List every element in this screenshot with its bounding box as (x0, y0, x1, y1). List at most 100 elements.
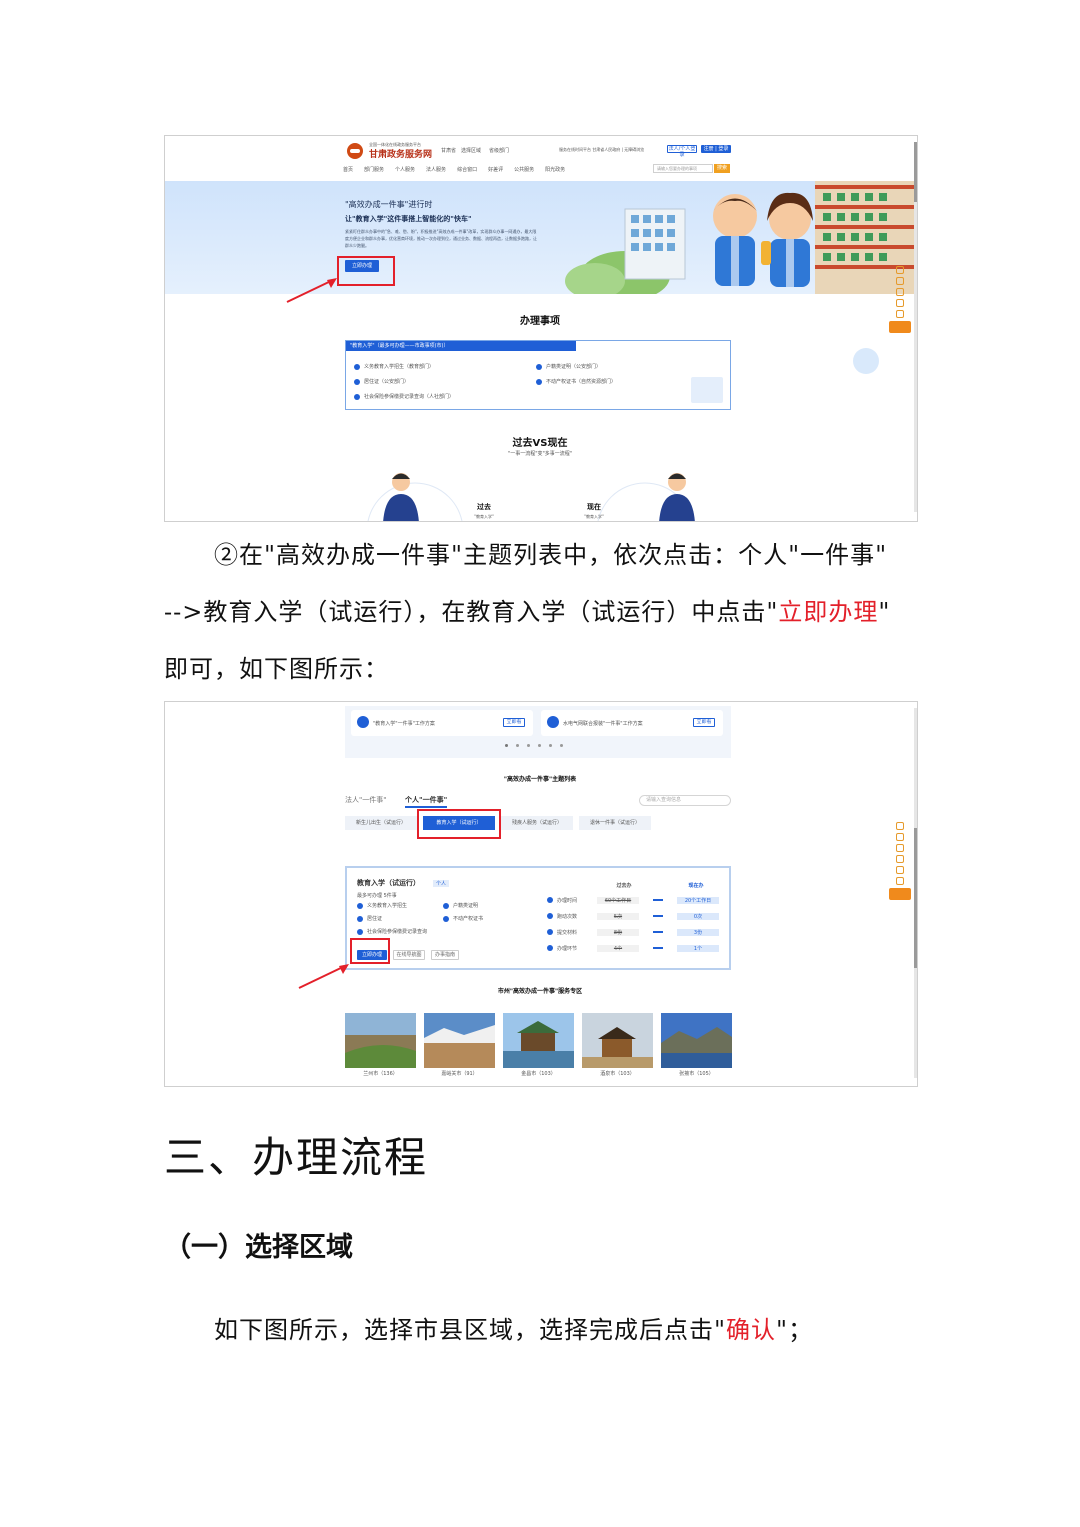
section-title: 办理事项 (520, 316, 560, 327)
compare-head-past: 过去办 (616, 883, 632, 889)
user-icon[interactable] (896, 822, 904, 830)
detail-list-left: 义务教育入学招生 居住证 社会保险参保缴费记录查询 (357, 902, 427, 935)
city-caption[interactable]: 张掖市（105） (661, 1070, 732, 1077)
scrollbar-thumb[interactable] (914, 828, 917, 968)
nav-item[interactable]: 综合窗口 (457, 166, 477, 173)
nav-item[interactable]: 个人服务 (395, 166, 415, 173)
check-icon (443, 902, 449, 909)
assistant-avatar-icon[interactable] (853, 348, 879, 374)
hotline-icon[interactable] (896, 310, 904, 318)
plan-view-button[interactable]: 立即看 (503, 718, 525, 727)
portal-search-button[interactable]: 搜索 (714, 164, 730, 173)
city-photo-jinchang[interactable] (503, 1013, 574, 1068)
check-icon (357, 915, 363, 922)
nav-item[interactable]: 阳光政务 (545, 166, 565, 173)
scrollbar-thumb[interactable] (914, 142, 917, 202)
theme-search-input[interactable]: 请输入查询信息 (639, 795, 731, 806)
document-illustration-icon (691, 377, 723, 403)
arrow-icon (653, 915, 663, 917)
carousel-dot[interactable] (538, 744, 541, 747)
arrow-icon (653, 931, 663, 933)
login-role-button[interactable]: 法人/个人登录 (667, 145, 697, 158)
instruction-line-1: ②在"高效办成一件事"主题列表中，依次点击：个人"一件事" (214, 541, 888, 569)
subtab-retire[interactable]: 退休一件事（试运行） (579, 816, 651, 830)
plan-card-1[interactable]: "教育入学"一件事"工作方案 立即看 (351, 710, 533, 736)
plan-card-2[interactable]: 水电气网联合报装"一件事"工作方案 立即看 (541, 710, 723, 736)
walk-icon (547, 913, 553, 919)
education-icon (357, 716, 369, 728)
side-action-button[interactable] (889, 321, 911, 333)
table-row: 办理环节 4个 1个 (547, 940, 727, 956)
scrollbar[interactable] (914, 142, 917, 512)
main-nav: 首页 部门服务 个人服务 法人服务 综合窗口 好差评 公共服务 阳光政务 (343, 166, 565, 173)
site-logo-icon (347, 143, 363, 159)
scrollbar[interactable] (914, 708, 917, 1078)
avatar-icon[interactable] (896, 288, 904, 296)
current-region: 甘肃省 (441, 148, 457, 154)
user-icon[interactable] (896, 266, 904, 274)
list-item: 社会保险参保缴费记录查询 (357, 928, 427, 935)
highlighted-action: 立即办理 (778, 598, 879, 626)
dept-switch-link[interactable]: 省级部门 (489, 147, 509, 154)
matter-card: "教育入学"（最多可办理——市政事项(市)） 义务教育入学招生（教育部门） 居住… (345, 340, 731, 410)
city-photo-jiuquan[interactable] (582, 1013, 653, 1068)
plan-card-title: 水电气网联合报装"一件事"工作方案 (563, 721, 643, 727)
region-switch-link[interactable]: 选择区域 (461, 147, 481, 154)
phone-icon[interactable] (896, 277, 904, 285)
city-caption[interactable]: 嘉峪关市（91） (424, 1070, 495, 1077)
compare-subtitle: "一事一流程"变"多事一流程" (507, 451, 573, 457)
arrow-icon (653, 899, 663, 901)
floating-side-rail (889, 822, 911, 900)
banner-kicker: "高效办成一件事"进行时 (345, 200, 433, 209)
past-label: 过去 (477, 503, 491, 511)
hotline-icon[interactable] (896, 866, 904, 874)
instruction-line-2: -->教育入学（试运行），在教育入学（试运行）中点击"立即办理" (164, 598, 891, 626)
subtab-newborn[interactable]: 新生儿出生（试运行） (345, 816, 417, 830)
nav-item[interactable]: 首页 (343, 166, 353, 173)
portal-search-input[interactable]: 请输入您要办理的事项 (653, 164, 713, 173)
register-login-button[interactable]: 注册 | 登录 (701, 145, 731, 153)
city-photo-jiayuguan[interactable] (424, 1013, 495, 1068)
city-zone-title: 市州"高效办成一件事"服务专区 (497, 988, 583, 995)
list-item: 不动产权证书（自然资源部门） (536, 378, 616, 385)
avatar-icon[interactable] (896, 844, 904, 852)
compare-head-now: 现在办 (688, 883, 704, 889)
red-arrow-icon (286, 278, 337, 303)
check-icon (536, 363, 542, 370)
school-illustration (565, 181, 915, 294)
bulb-icon[interactable] (896, 877, 904, 885)
carousel-dot[interactable] (516, 744, 519, 747)
city-caption[interactable]: 酒泉市（103） (582, 1070, 653, 1077)
carousel-dot[interactable] (549, 744, 552, 747)
feedback-icon[interactable] (896, 299, 904, 307)
plan-view-button[interactable]: 立即看 (693, 718, 715, 727)
matter-card-header: "教育入学"（最多可办理——市政事项(市)） (346, 341, 576, 351)
nav-item[interactable]: 部门服务 (364, 166, 384, 173)
theme-list-title: "高效办成一件事"主题列表 (503, 776, 577, 783)
nav-item[interactable]: 好差评 (488, 166, 503, 173)
city-caption[interactable]: 金昌市（103） (503, 1070, 574, 1077)
tab-legal[interactable]: 法人"一件事" (345, 795, 386, 805)
hero-banner: "高效办成一件事"进行时 让"教育入学"这件事搭上智能化的"快车" 紧紧盯住群众… (165, 181, 915, 294)
detail-help-button[interactable]: 办事指南 (431, 950, 459, 960)
tab-personal[interactable]: 个人"一件事" (405, 795, 448, 808)
nav-item[interactable]: 法人服务 (426, 166, 446, 173)
list-item: 居住证（公安部门） (354, 378, 454, 385)
detail-guide-button[interactable]: 在线导航图 (393, 950, 425, 960)
check-icon (354, 363, 360, 370)
nav-item[interactable]: 公共服务 (514, 166, 534, 173)
top-links[interactable]: 服务在线时间平台 甘肃省人民政府 | 无障碍浏览 (559, 147, 644, 153)
city-caption[interactable]: 兰州市（136） (345, 1070, 416, 1077)
city-photo-zhangye[interactable] (661, 1013, 732, 1068)
phone-icon[interactable] (896, 833, 904, 841)
carousel-dot[interactable] (527, 744, 530, 747)
side-action-button[interactable] (889, 888, 911, 900)
document-icon (547, 929, 553, 935)
feedback-icon[interactable] (896, 855, 904, 863)
site-title: 甘肃政务服务网 (369, 150, 433, 160)
final-paragraph: 如下图所示，选择市县区域，选择完成后点击"确认"； (214, 1316, 814, 1344)
carousel-dot[interactable] (505, 744, 508, 747)
city-photo-lanzhou[interactable] (345, 1013, 416, 1068)
carousel-dot[interactable] (560, 744, 563, 747)
subtab-disabled[interactable]: 残疾人服务（试运行） (501, 816, 573, 830)
